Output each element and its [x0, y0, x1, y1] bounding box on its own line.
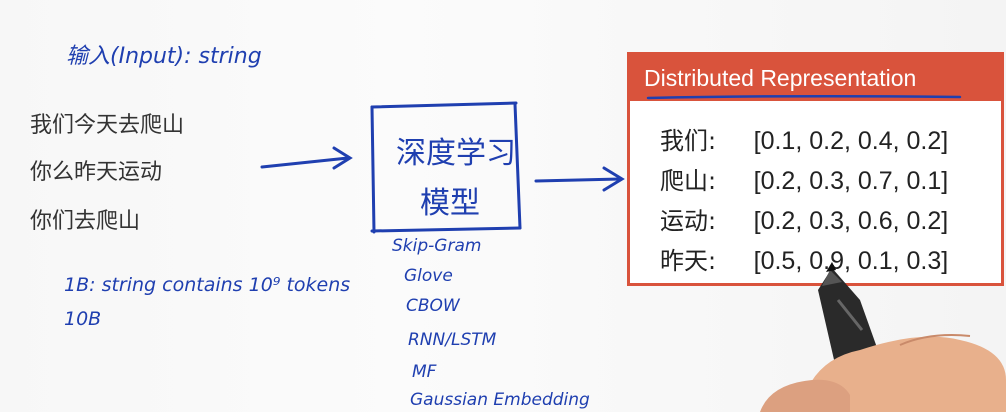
hand-icon	[760, 334, 1006, 412]
pen-and-hand	[760, 262, 1006, 412]
